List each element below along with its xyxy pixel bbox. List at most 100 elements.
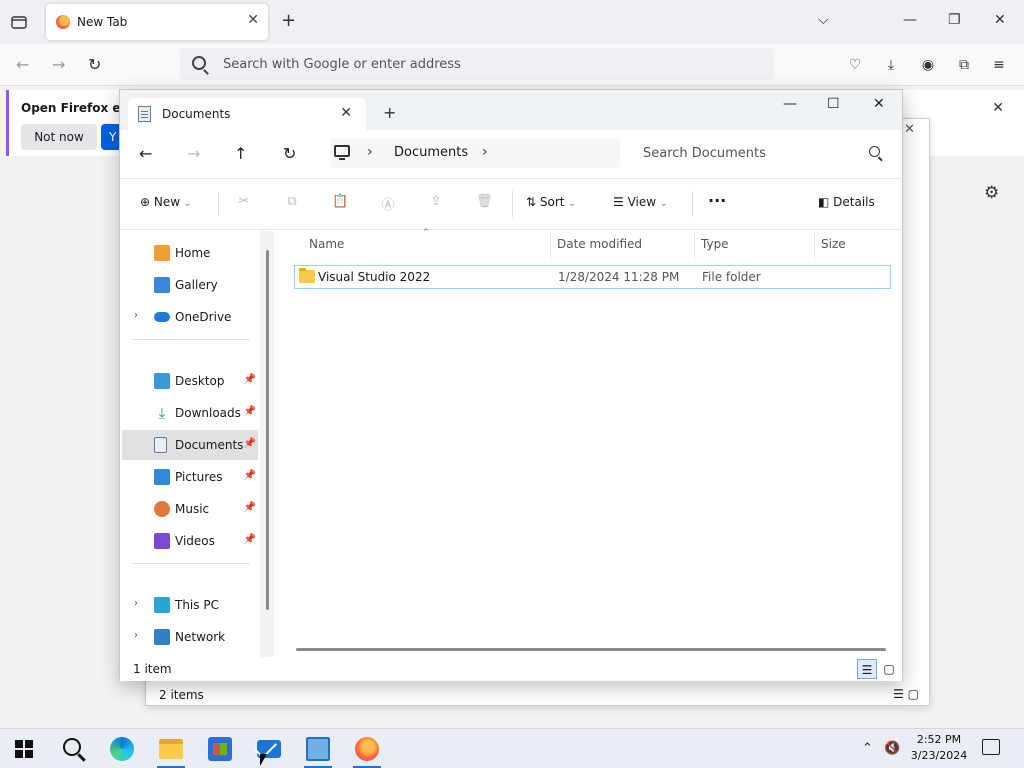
column-divider[interactable]: [694, 231, 695, 259]
column-divider[interactable]: [814, 231, 815, 259]
back-button[interactable]: ←: [16, 55, 29, 74]
horizontal-scrollbar[interactable]: [296, 648, 886, 651]
explorer-tab-documents[interactable]: Documents ✕: [128, 98, 366, 130]
chevron-up-icon[interactable]: ⌃: [862, 741, 873, 756]
table-row[interactable]: Visual Studio 2022 1/28/2024 11:28 PM Fi…: [294, 265, 891, 289]
account-icon[interactable]: ◉: [919, 56, 937, 74]
copy-icon[interactable]: ⧉: [284, 194, 300, 210]
chevron-right-icon[interactable]: ›: [367, 144, 373, 160]
restore-button[interactable]: ❐: [948, 12, 961, 28]
url-bar[interactable]: Search with Google or enter address: [180, 48, 774, 80]
chevron-down-icon[interactable]: ⌵: [818, 12, 829, 28]
sort-caret-icon: ⌃: [422, 228, 430, 238]
breadcrumb-documents[interactable]: Documents: [394, 145, 468, 160]
details-view-icon[interactable]: ☰: [857, 659, 877, 679]
volume-muted-icon[interactable]: 🔇: [884, 741, 900, 756]
this-pc-icon: [154, 597, 170, 613]
extensions-icon[interactable]: ⧉: [955, 56, 973, 74]
not-now-button[interactable]: Not now: [21, 124, 97, 150]
minimize-button[interactable]: —: [783, 96, 797, 112]
details-button[interactable]: ◧ Details: [818, 195, 875, 209]
videos-icon: [154, 533, 170, 549]
gear-icon[interactable]: ⚙: [984, 183, 999, 203]
list-all-tabs-icon[interactable]: [10, 14, 28, 30]
taskbar-search-button[interactable]: [50, 729, 94, 768]
column-divider[interactable]: [550, 231, 551, 259]
nav-item-network[interactable]: › Network: [122, 622, 258, 652]
new-tab-button[interactable]: +: [281, 10, 296, 31]
nav-item-pictures[interactable]: Pictures 📌: [122, 462, 258, 492]
maximize-button[interactable]: ☐: [827, 96, 840, 112]
control-panel-icon: [306, 737, 330, 761]
view-button[interactable]: ☰ View ⌄: [613, 195, 667, 209]
nav-pane-scrollbar[interactable]: [266, 250, 269, 610]
cut-icon[interactable]: ✂: [236, 194, 252, 210]
clock[interactable]: 2:52 PM 3/23/2024: [900, 732, 978, 764]
new-tab-button[interactable]: +: [383, 103, 396, 122]
firefox-tab-new-tab[interactable]: New Tab ✕: [46, 4, 268, 40]
close-tab-icon[interactable]: ✕: [340, 105, 352, 121]
taskbar-control-panel[interactable]: [296, 729, 340, 768]
documents-icon: [154, 437, 167, 453]
column-header-date-modified[interactable]: Date modified: [557, 237, 642, 251]
forward-button[interactable]: →: [187, 144, 200, 163]
taskbar-file-explorer[interactable]: [149, 729, 193, 768]
start-button[interactable]: [2, 729, 46, 768]
nav-item-music[interactable]: Music 📌: [122, 494, 258, 524]
column-header-type[interactable]: Type: [701, 237, 729, 251]
chevron-right-icon[interactable]: ›: [134, 310, 138, 321]
item-count: 1 item: [133, 662, 172, 676]
chevron-right-icon[interactable]: ›: [134, 630, 138, 641]
minimize-button[interactable]: —: [903, 12, 917, 28]
close-icon[interactable]: ✕: [904, 122, 915, 137]
nav-item-label: Music: [175, 502, 210, 516]
new-button[interactable]: ⊕ New ⌄: [140, 195, 191, 209]
reload-button[interactable]: ↻: [88, 55, 101, 74]
nav-item-label: Home: [175, 246, 211, 260]
pocket-icon[interactable]: ♡: [846, 56, 864, 74]
menu-icon[interactable]: ≡: [990, 56, 1008, 74]
close-window-button[interactable]: ✕: [994, 12, 1006, 28]
nav-item-desktop[interactable]: Desktop 📌: [122, 366, 258, 396]
close-window-button[interactable]: ✕: [873, 96, 885, 112]
nav-item-gallery[interactable]: Gallery: [122, 270, 258, 300]
nav-item-this-pc[interactable]: › This PC: [122, 590, 258, 620]
pin-icon: 📌: [243, 438, 256, 449]
chevron-right-icon[interactable]: ›: [134, 598, 138, 609]
close-tab-icon[interactable]: ✕: [247, 12, 259, 28]
breadcrumb[interactable]: › Documents ›: [330, 138, 620, 168]
search-input[interactable]: Search Documents: [630, 138, 892, 168]
taskbar-firefox[interactable]: [345, 729, 389, 768]
delete-icon[interactable]: 🗑: [476, 194, 493, 210]
column-header-size[interactable]: Size: [821, 237, 846, 251]
paste-icon[interactable]: 📋: [332, 194, 348, 210]
explorer-window: Documents ✕ + — ☐ ✕ ← → ↑ ↻ › Documents …: [119, 89, 903, 681]
nav-item-label: Desktop: [175, 374, 225, 388]
rename-icon[interactable]: Ⓐ: [380, 194, 396, 213]
more-options-button[interactable]: ···: [708, 191, 726, 210]
sort-button[interactable]: ⇅ Sort ⌄: [526, 195, 576, 209]
nav-item-videos[interactable]: Videos 📌: [122, 526, 258, 556]
edge-icon: [110, 737, 134, 761]
nav-item-home[interactable]: Home: [122, 238, 258, 268]
nav-item-downloads[interactable]: ⤓ Downloads 📌: [122, 398, 258, 428]
nav-item-documents[interactable]: Documents 📌: [122, 430, 258, 460]
close-notification-icon[interactable]: ✕: [992, 100, 1004, 116]
chevron-right-icon[interactable]: ›: [482, 144, 488, 160]
firefox-icon: [355, 737, 379, 761]
downloads-icon[interactable]: ⤓: [882, 56, 900, 74]
taskbar-store[interactable]: [198, 729, 242, 768]
back-button[interactable]: ←: [139, 144, 152, 163]
column-header-name[interactable]: Name: [309, 237, 344, 251]
view-toggle-icons[interactable]: ☰ ▢: [893, 687, 919, 701]
refresh-button[interactable]: ↻: [283, 144, 296, 163]
forward-button[interactable]: →: [52, 55, 65, 74]
taskbar-edge[interactable]: [100, 729, 144, 768]
share-icon[interactable]: ⇪: [428, 194, 444, 210]
up-button[interactable]: ↑: [234, 144, 247, 163]
explorer-title-bar: Documents ✕ + — ☐ ✕: [120, 90, 902, 130]
nav-item-onedrive[interactable]: › OneDrive: [122, 302, 258, 332]
tiles-view-icon[interactable]: ▢: [879, 659, 899, 679]
notification-icon[interactable]: [982, 739, 1000, 755]
taskbar-mail[interactable]: [247, 729, 291, 768]
